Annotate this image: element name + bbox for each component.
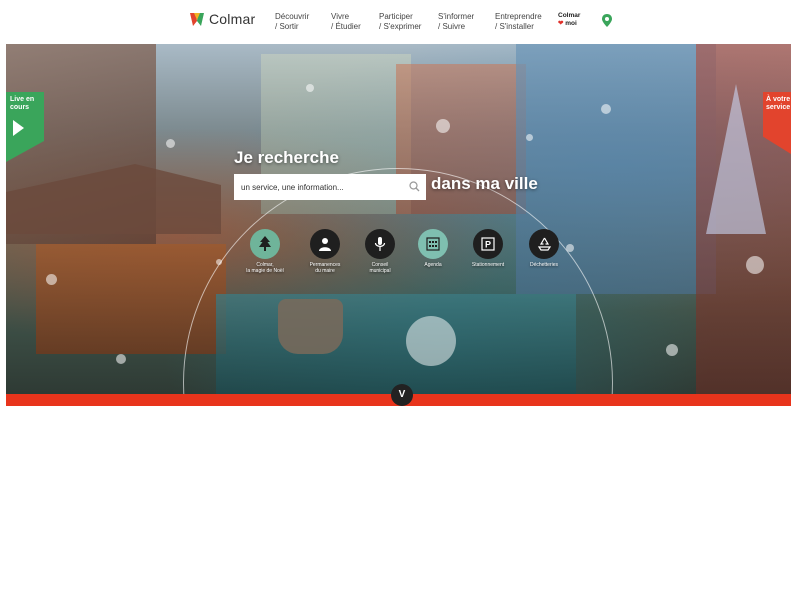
- nav-entrepreneur[interactable]: Entreprendre / S'installer: [495, 12, 542, 32]
- search-headline-suffix: dans ma ville: [431, 174, 538, 193]
- play-icon: [13, 120, 24, 136]
- person-icon: [319, 238, 331, 251]
- quicklink-christmas[interactable]: Colmar, la magie de Noël: [235, 229, 295, 274]
- snowflake: [746, 256, 764, 274]
- snowflake: [46, 274, 57, 285]
- snowflake: [116, 354, 126, 364]
- heart-icon: ❤: [558, 20, 564, 27]
- snowflake: [166, 139, 175, 148]
- snowflake: [666, 344, 678, 356]
- recycle-icon: [537, 237, 551, 251]
- parking-icon: P: [481, 237, 495, 251]
- microphone-icon: [374, 236, 386, 251]
- calendar-icon: [426, 237, 440, 251]
- quicklink-council[interactable]: Conseil municipal: [350, 229, 410, 274]
- quicklink-waste[interactable]: Déchetteries: [514, 229, 574, 268]
- snowflake: [436, 119, 450, 133]
- nav-discover[interactable]: Découvrir / Sortir: [275, 12, 309, 32]
- site-header: Colmar Découvrir / Sortir Vivre / Étudie…: [0, 0, 791, 44]
- scroll-down-button[interactable]: V: [391, 384, 413, 406]
- nav-inform[interactable]: S'informer / Suivre: [438, 12, 474, 32]
- quicklink-parking[interactable]: P Stationnement: [458, 229, 518, 268]
- snowflake: [526, 134, 533, 141]
- nav-live[interactable]: Vivre / Étudier: [331, 12, 361, 32]
- snowflake: [601, 104, 611, 114]
- tree-icon: [259, 236, 271, 251]
- home-logo-link[interactable]: Colmar: [189, 11, 255, 27]
- search-input[interactable]: [234, 174, 426, 200]
- quicklink-mayor[interactable]: Permanences du maire: [295, 229, 355, 274]
- colmar-logo-icon: [190, 13, 204, 26]
- logo-text: Colmar: [209, 11, 256, 27]
- nav-participate[interactable]: Participer / S'exprimer: [379, 12, 421, 32]
- svg-text:P: P: [485, 240, 491, 250]
- colmar-moi-link[interactable]: Colmar ❤ moi: [558, 12, 580, 28]
- search-icon[interactable]: [409, 181, 420, 192]
- quicklink-agenda[interactable]: Agenda: [403, 229, 463, 268]
- map-pin-icon[interactable]: [602, 14, 612, 27]
- snowflake: [306, 84, 314, 92]
- search-headline: Je recherche: [234, 148, 339, 167]
